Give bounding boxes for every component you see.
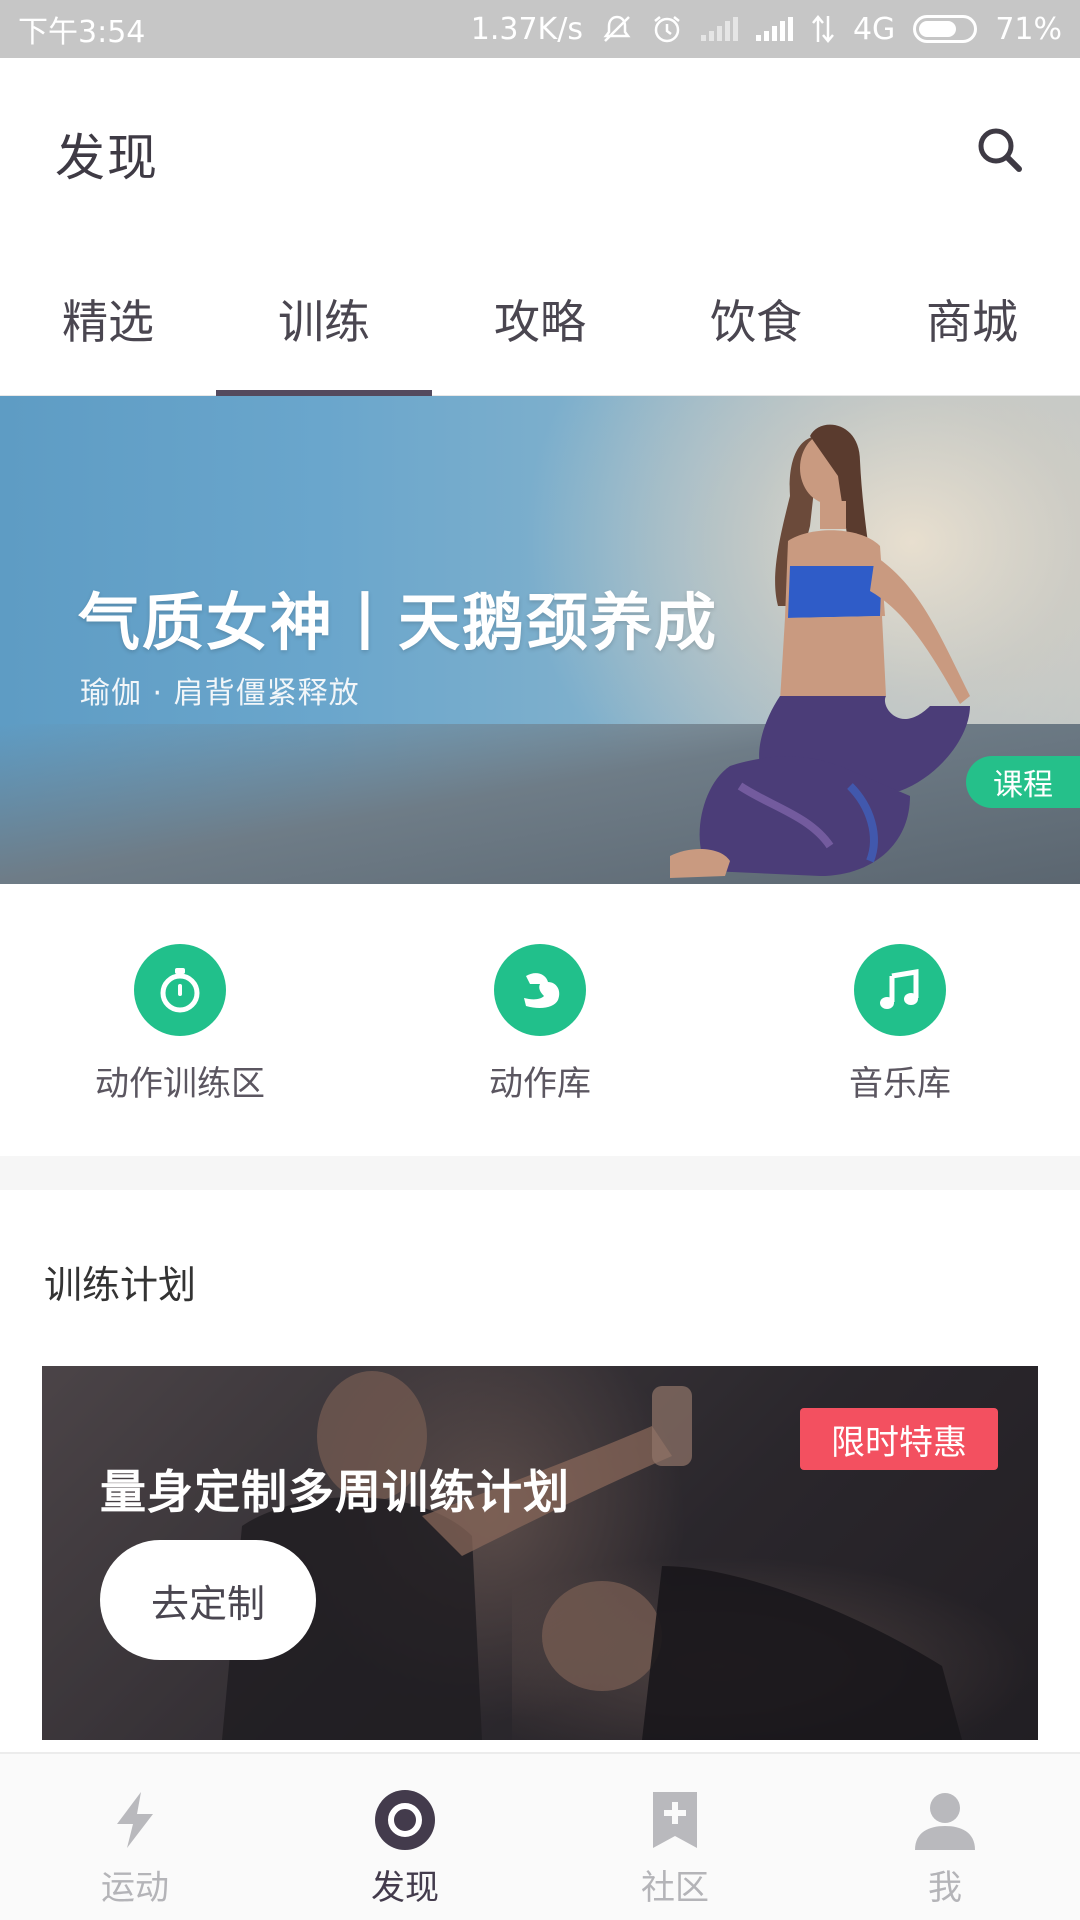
plan-card-title: 量身定制多周训练计划 [100,1465,570,1519]
nav-item-me[interactable]: 我 [810,1754,1080,1920]
tab-training[interactable]: 训练 [216,250,432,396]
network-type: 4G [852,11,896,47]
nav-item-discover[interactable]: 发现 [270,1754,540,1920]
signal-sim2-icon [755,17,793,41]
muscle-arm-icon [494,944,586,1036]
search-button[interactable] [970,120,1030,180]
music-note-icon [854,944,946,1036]
status-icons: 1.37K/s 4G 71% [471,12,1062,47]
stopwatch-icon [134,944,226,1036]
tab-shop[interactable]: 商城 [864,250,1080,396]
nav-label: 发现 [371,1868,439,1908]
status-time: 下午3:54 [18,15,146,50]
quick-item-action-training[interactable]: 动作训练区 [0,884,360,1156]
section-title-training-plan: 训练计划 [44,1263,197,1307]
quick-item-action-library[interactable]: 动作库 [360,884,720,1156]
category-tabs: 精选 训练 攻略 饮食 商城 [0,250,1080,396]
quick-label: 音乐库 [849,1064,951,1104]
user-icon [915,1793,975,1850]
training-plan-card[interactable]: 限时特惠 量身定制多周训练计划 去定制 [42,1366,1038,1740]
banner-title: 气质女神丨天鹅颈养成 [78,586,719,659]
quick-entries: 动作训练区 动作库 音乐库 [0,884,1080,1156]
tab-guides[interactable]: 攻略 [432,250,648,396]
battery-icon [913,15,978,43]
mute-icon [601,13,633,45]
nav-item-community[interactable]: 社区 [540,1754,810,1920]
nav-item-sport[interactable]: 运动 [0,1754,270,1920]
quick-label: 动作库 [489,1064,591,1104]
nav-label: 运动 [101,1868,169,1908]
tab-diet[interactable]: 饮食 [648,250,864,396]
bookmark-plus-icon [653,1792,697,1848]
course-badge: 课程 [966,756,1080,808]
net-speed: 1.37K/s [470,11,583,47]
header: 发现 [0,58,1080,230]
course-banner[interactable]: 气质女神丨天鹅颈养成 瑜伽 · 肩背僵紧释放 课程 [0,396,1080,884]
search-icon [978,128,1022,172]
banner-subtitle: 瑜伽 · 肩背僵紧释放 [80,676,360,711]
promo-badge: 限时特惠 [800,1408,998,1470]
data-transfer-icon [811,14,835,44]
battery-percent: 71% [995,11,1062,47]
alarm-icon [651,13,683,45]
nav-label: 我 [928,1868,962,1908]
bottom-nav: 运动 发现 社区 我 [0,1752,1080,1920]
tab-featured[interactable]: 精选 [0,250,216,396]
discover-ring-icon [375,1790,435,1850]
quick-item-music-library[interactable]: 音乐库 [720,884,1080,1156]
quick-label: 动作训练区 [95,1064,265,1104]
page-title: 发现 [55,129,159,187]
section-divider [0,1156,1080,1190]
nav-label: 社区 [641,1868,709,1908]
customize-button[interactable]: 去定制 [100,1540,316,1660]
signal-sim1-icon [700,17,738,41]
lightning-icon [117,1792,153,1848]
status-bar: 下午3:54 1.37K/s 4G 71% [0,0,1080,58]
